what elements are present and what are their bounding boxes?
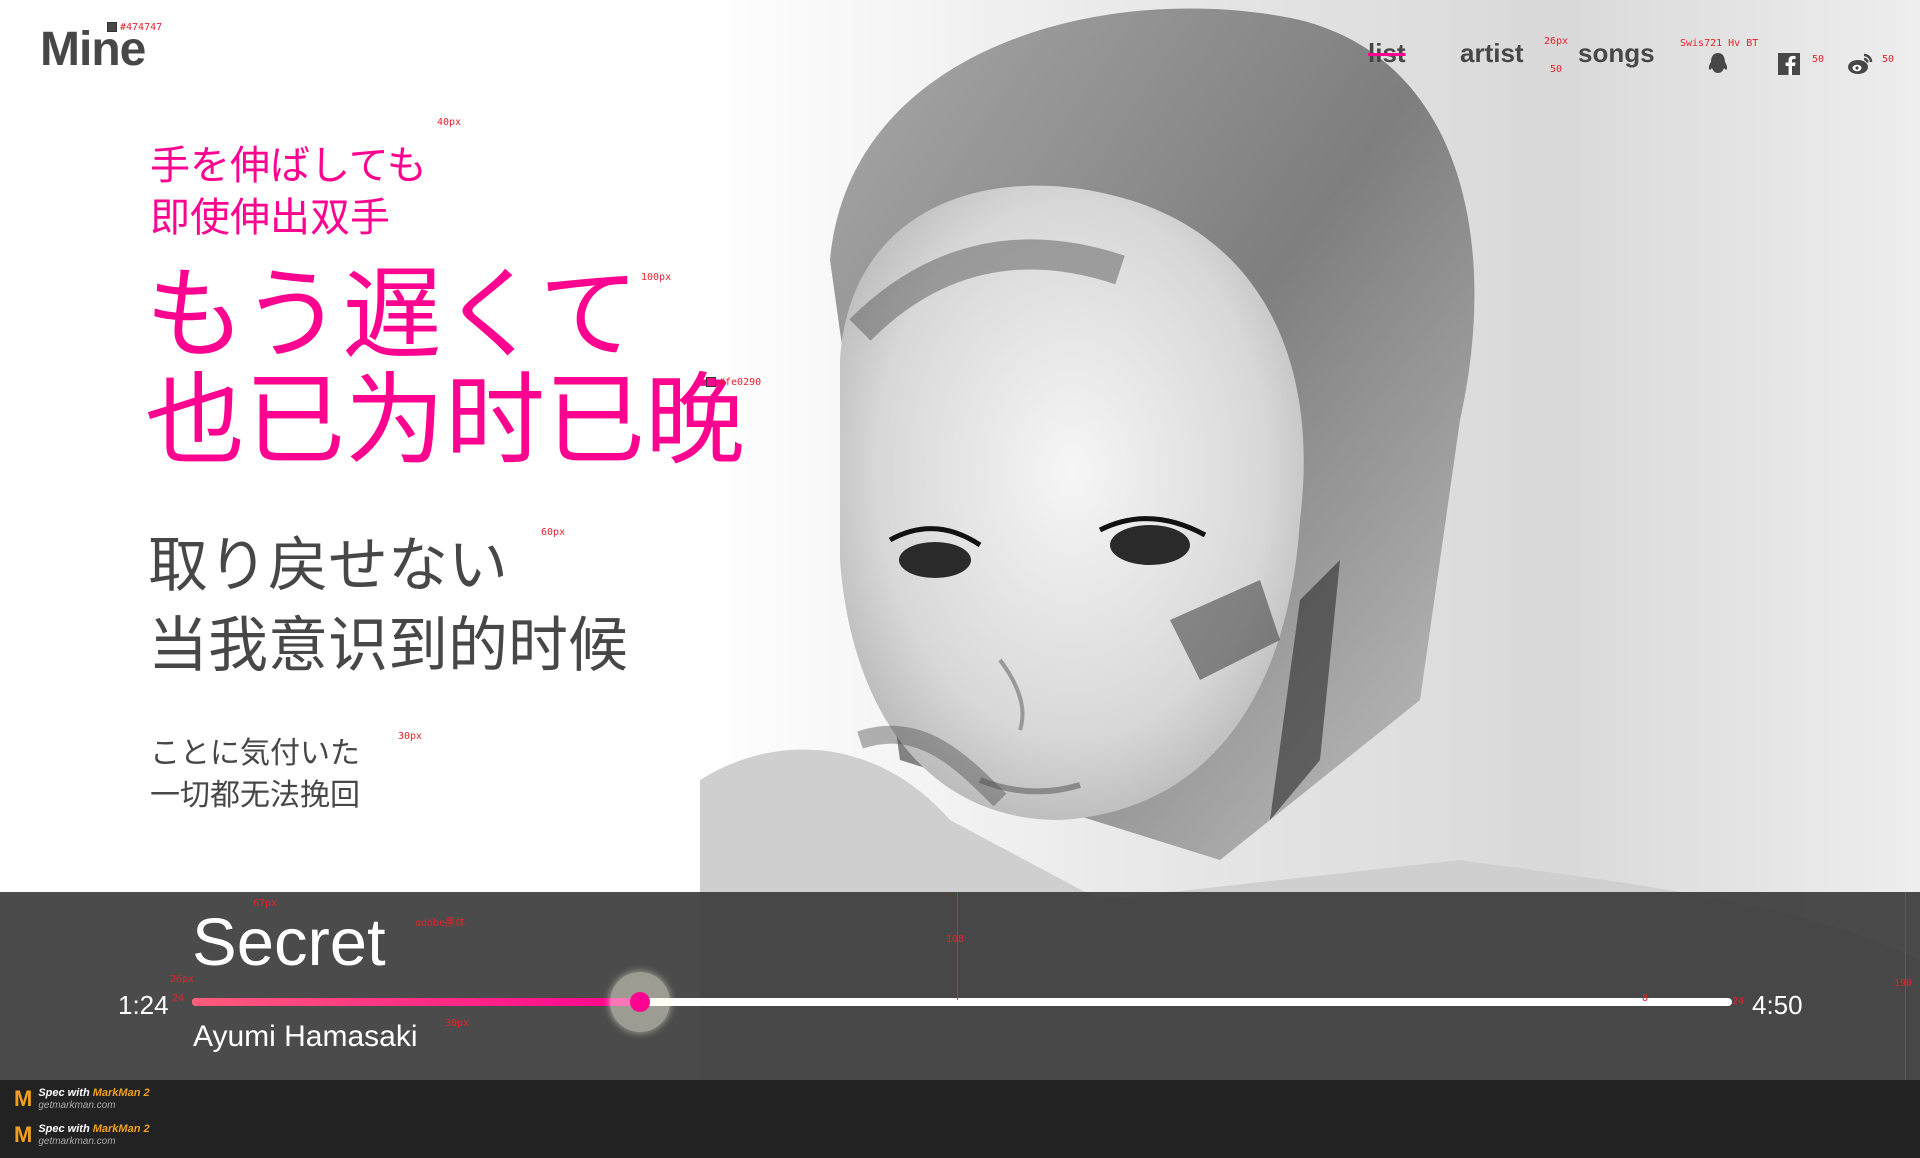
lyric-block-4: ことに気付いた 一切都无法挽回 — [150, 733, 360, 817]
elapsed-time: 1:24 — [118, 990, 169, 1020]
spec-l4-size: 30px — [398, 731, 423, 742]
spec-knob-gap: 8 — [1642, 993, 1649, 1004]
lyric-line-cn: 当我意识到的时候 — [148, 610, 628, 681]
music-player: Secret Ayumi Hamasaki 1:24 4:50 108 190 … — [0, 892, 1920, 1080]
progress-bar[interactable] — [192, 972, 1732, 1032]
spec-artist-size: 30px — [445, 1018, 470, 1029]
progress-knob[interactable] — [630, 992, 651, 1012]
qq-icon[interactable] — [1704, 50, 1732, 78]
spec-time-gap-right: 24 — [1732, 996, 1745, 1007]
spec-l2-size: 100px — [641, 272, 672, 283]
facebook-icon[interactable] — [1775, 50, 1803, 78]
lyric-line-cn: 一切都无法挽回 — [150, 778, 360, 813]
spec-nav-font: Swis721 Hv BT — [1680, 38, 1759, 49]
spec-title-font: adobe黑体 — [415, 918, 466, 929]
lyric-block-3: 取り戻せない 当我意识到的时候 — [148, 527, 628, 687]
spec-title-size: 67px — [253, 898, 278, 909]
spec-time-size: 26px — [170, 974, 195, 985]
spec-l1-size: 40px — [437, 117, 462, 128]
spec-accent-color: #fe0290 — [706, 377, 761, 388]
markman-badge[interactable]: M Spec with MarkMan 2 getmarkman.com — [14, 1122, 150, 1148]
spec-l3-size: 60px — [541, 527, 566, 538]
spec-line-height — [957, 892, 958, 1000]
lyric-line-jp: ことに気付いた — [150, 736, 360, 771]
spec-player-height: 190 — [1894, 978, 1913, 989]
lyric-line-cn: 即使伸出双手 — [150, 195, 390, 241]
spec-nav-size: 26px — [1544, 36, 1569, 47]
spec-icon-gap-1: 50 — [1812, 54, 1825, 65]
total-time: 4:50 — [1752, 990, 1803, 1020]
spec-icon-gap-2: 50 — [1882, 54, 1895, 65]
markman-badge[interactable]: M Spec with MarkMan 2 getmarkman.com — [14, 1086, 150, 1112]
spec-logo-color: #474747 — [107, 22, 162, 33]
song-title: Secret — [192, 905, 386, 980]
lyric-line-jp: 取り戻せない — [148, 531, 508, 601]
markman-logo-icon: M — [14, 1122, 33, 1147]
nav-songs[interactable]: songs — [1578, 38, 1655, 69]
spec-time-gap-left: 24 — [172, 993, 185, 1004]
lyric-block-1: 手を伸ばしても 即使伸出双手 — [150, 140, 427, 244]
lyric-block-2: もう遅くて 也已为时已晚 — [145, 262, 745, 474]
song-artist[interactable]: Ayumi Hamasaki — [193, 1020, 418, 1054]
nav-artist[interactable]: artist — [1460, 38, 1524, 69]
lyric-line-cn: 也已为时已晚 — [145, 362, 745, 479]
progress-fill — [192, 998, 641, 1006]
nav-list[interactable]: list — [1368, 38, 1406, 69]
lyric-line-jp: 手を伸ばしても — [150, 143, 427, 189]
weibo-icon[interactable] — [1846, 50, 1874, 78]
spec-bar-height: 108 — [946, 934, 965, 945]
spec-nav-gap: 50 — [1550, 64, 1563, 75]
footer: M Spec with MarkMan 2 getmarkman.com M Sp… — [0, 1080, 1920, 1158]
markman-logo-icon: M — [14, 1086, 33, 1111]
